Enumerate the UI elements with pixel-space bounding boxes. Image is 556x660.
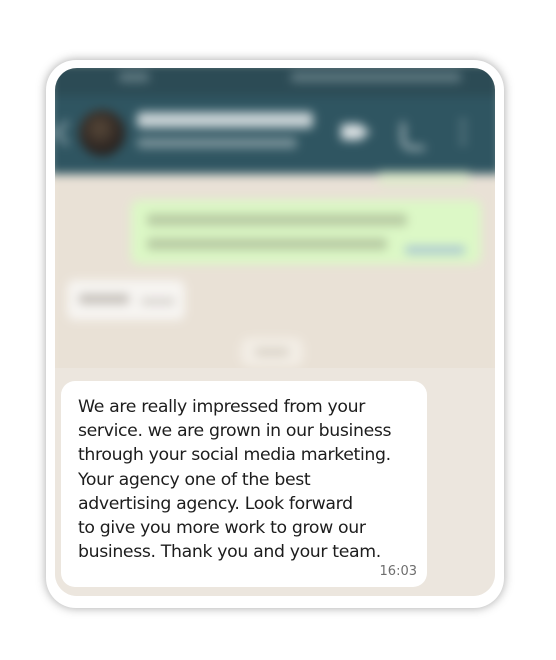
outgoing-message-text-blurred — [147, 238, 387, 250]
outgoing-message-bubble — [131, 200, 481, 264]
status-bar-icons — [291, 72, 461, 82]
message-line: to give you more work to grow our — [78, 518, 366, 539]
contact-name-blurred[interactable] — [137, 112, 313, 128]
incoming-message-bubble[interactable]: We are really impressed from your servic… — [61, 381, 427, 587]
message-text: We are really impressed from your servic… — [78, 395, 415, 564]
message-line: We are really impressed from your — [78, 397, 365, 417]
more-vert-icon[interactable] — [461, 120, 465, 144]
status-bar — [55, 68, 495, 96]
video-call-icon[interactable] — [341, 124, 371, 140]
incoming-message-text-blurred — [79, 294, 129, 304]
status-bar-time — [119, 72, 149, 82]
message-line: service. we are grown in our business — [78, 421, 392, 442]
incoming-message-time-blurred — [141, 298, 175, 305]
message-line: advertising agency. Look forward — [78, 493, 353, 514]
chat-screen: We are really impressed from your servic… — [55, 68, 495, 596]
avatar[interactable] — [79, 110, 125, 156]
phone-frame: We are really impressed from your servic… — [46, 60, 504, 608]
phone-icon[interactable] — [401, 120, 427, 150]
message-timestamp: 16:03 — [379, 564, 417, 579]
chat-header — [55, 96, 495, 174]
message-line: Your agency one of the best — [78, 469, 311, 490]
message-line: business. Thank you and your team. — [78, 542, 381, 563]
outgoing-message-partial — [379, 172, 469, 186]
blurred-chat-history — [55, 68, 495, 404]
message-line: through your social media marketing. — [78, 445, 391, 466]
arrow-left-icon[interactable] — [55, 120, 79, 146]
outgoing-message-text-blurred — [147, 214, 407, 226]
contact-status-blurred — [137, 138, 297, 148]
date-chip-text-blurred — [255, 348, 289, 356]
outgoing-message-time-blurred — [405, 246, 465, 254]
